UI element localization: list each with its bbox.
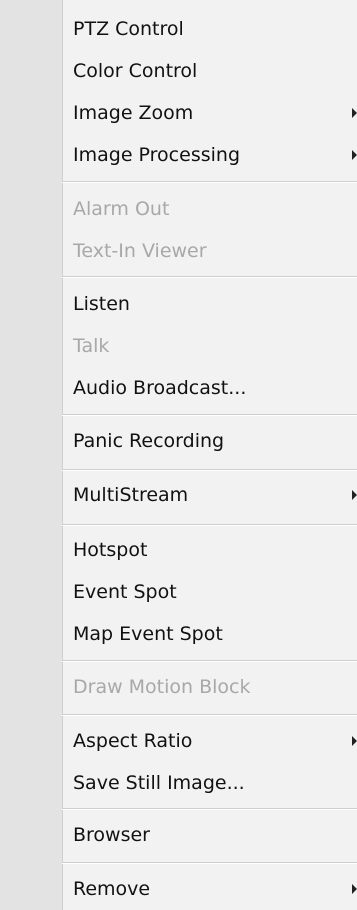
menu-separator [62,276,357,278]
menu-item-label: Alarm Out [73,198,170,220]
menu-item-label: Audio Broadcast... [73,377,247,399]
menu-item-save-still-image[interactable]: Save Still Image... [62,762,357,804]
menu-item-listen[interactable]: Listen [62,283,357,325]
menu-item-label: Map Event Spot [73,623,223,645]
menu-item-draw-motion-block: Draw Motion Block [62,666,357,708]
menu-item-label: Image Processing [73,144,241,166]
menu-separator [62,469,357,471]
menu-item-label: Hotspot [73,539,148,561]
menu-item-label: Image Zoom [73,102,194,124]
menu-item-browser[interactable]: Browser [62,814,357,856]
menu-item-label: Aspect Ratio [73,730,193,752]
menu-separator [62,862,357,864]
menu-item-label: Talk [73,335,110,357]
menu-item-label: Text-In Viewer [73,240,207,262]
submenu-arrow-icon [352,108,357,118]
menu-item-label: MultiStream [73,484,189,506]
menu-item-alarm-out: Alarm Out [62,188,357,230]
menu-item-label: Color Control [73,60,198,82]
menu-item-audio-broadcast[interactable]: Audio Broadcast... [62,367,357,409]
menu-item-label: Panic Recording [73,430,225,452]
menu-separator [62,414,357,416]
menu-separator [62,524,357,526]
menu-separator [62,181,357,183]
submenu-arrow-icon [352,150,357,160]
menu-item-image-processing[interactable]: Image Processing [62,134,357,176]
menu-item-image-zoom[interactable]: Image Zoom [62,92,357,134]
menu-item-label: PTZ Control [73,18,184,40]
menu-item-talk: Talk [62,325,357,367]
menu-item-remove[interactable]: Remove [62,868,357,910]
submenu-arrow-icon [352,490,357,500]
menu-item-ptz-control[interactable]: PTZ Control [62,8,357,50]
menu-separator [62,714,357,716]
menu-separator [62,808,357,810]
menu-item-text-in-viewer: Text-In Viewer [62,230,357,272]
menu-item-label: Listen [73,293,130,315]
menu-icon-gutter [0,0,63,910]
menu-item-event-spot[interactable]: Event Spot [62,571,357,613]
submenu-arrow-icon [352,884,357,894]
menu-item-map-event-spot[interactable]: Map Event Spot [62,613,357,655]
submenu-arrow-icon [352,736,357,746]
menu-item-label: Save Still Image... [73,772,245,794]
menu-item-color-control[interactable]: Color Control [62,50,357,92]
menu-separator [62,660,357,662]
menu-item-label: Draw Motion Block [73,676,251,698]
menu-item-label: Remove [73,878,151,900]
context-menu: PTZ Control Color Control Image Zoom Ima… [0,0,357,910]
menu-item-label: Event Spot [73,581,177,603]
menu-item-label: Browser [73,824,150,846]
menu-item-panic-recording[interactable]: Panic Recording [62,420,357,462]
menu-item-multistream[interactable]: MultiStream [62,474,357,516]
menu-item-hotspot[interactable]: Hotspot [62,529,357,571]
menu-item-aspect-ratio[interactable]: Aspect Ratio [62,720,357,762]
